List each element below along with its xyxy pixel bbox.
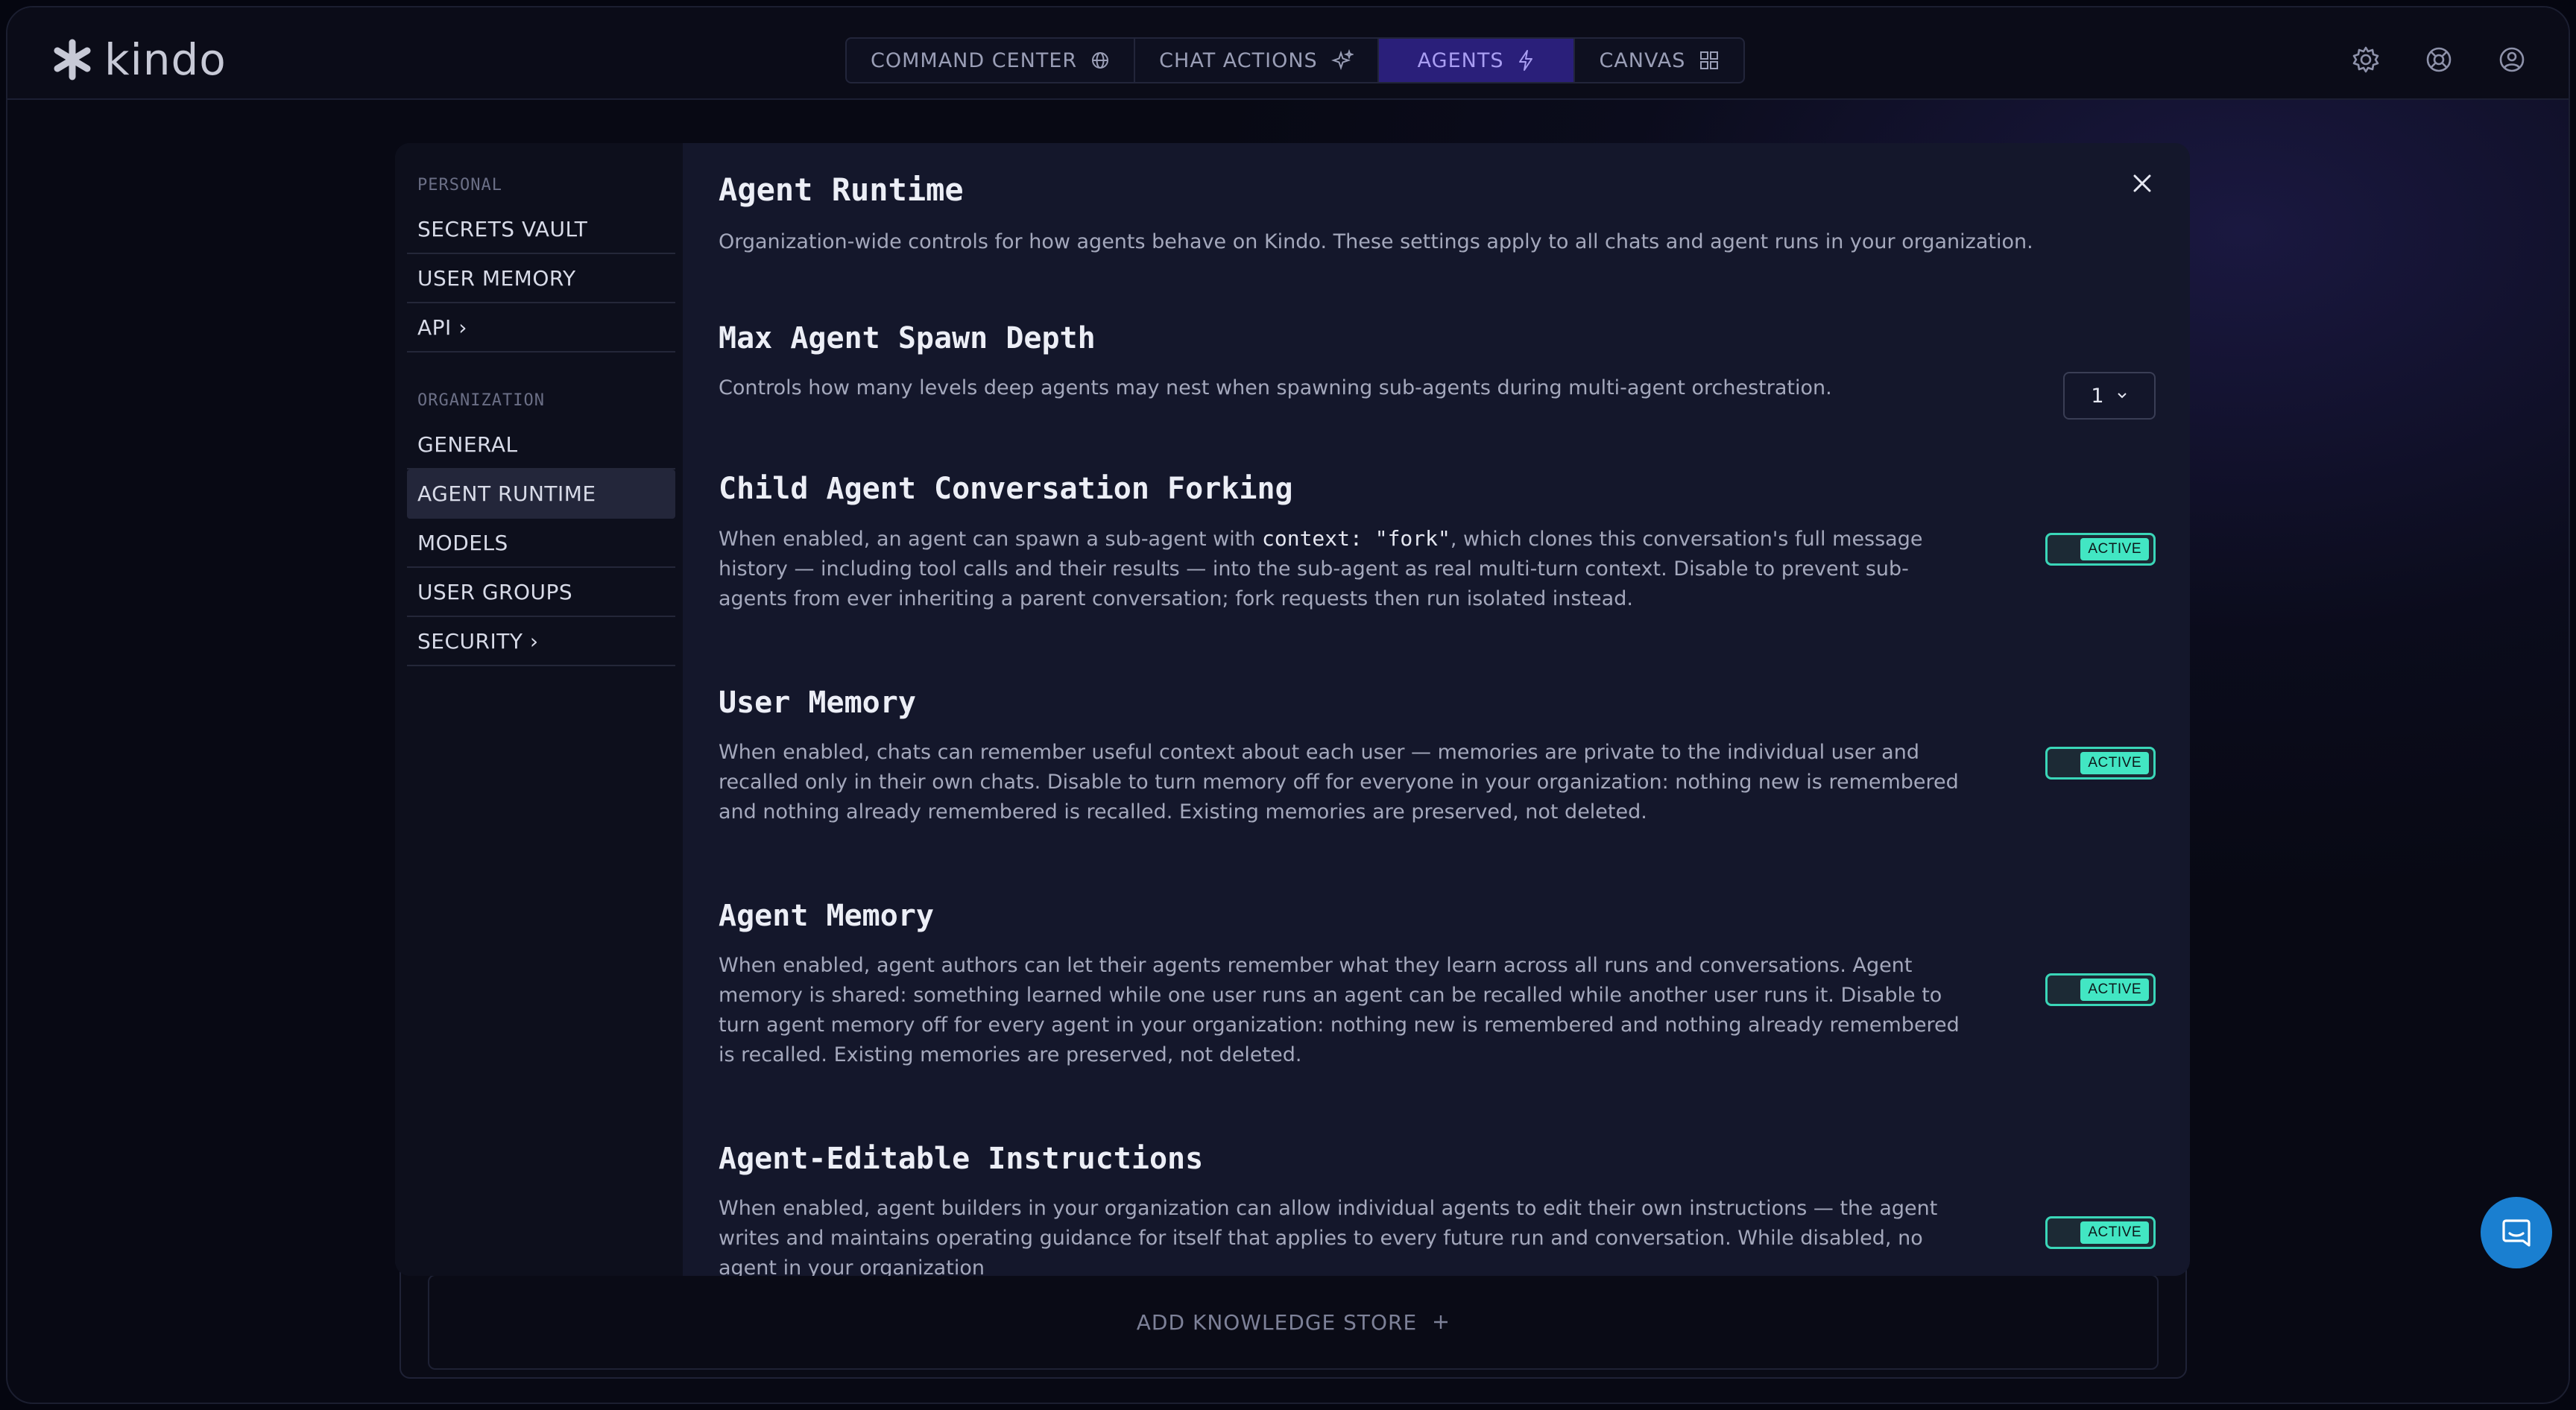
forking-toggle[interactable]: ACTIVE bbox=[2045, 533, 2156, 566]
select-value: 1 bbox=[2091, 384, 2104, 408]
logo-text: kindo bbox=[104, 34, 227, 85]
nav-canvas[interactable]: CANVAS bbox=[1575, 39, 1743, 82]
section-title-personal: PERSONAL bbox=[417, 176, 502, 195]
spawn-depth-select[interactable]: 1 bbox=[2063, 372, 2156, 420]
add-knowledge-store-label: ADD KNOWLEDGE STORE bbox=[1136, 1309, 1418, 1335]
setting-conversation-forking: Child Agent Conversation Forking When en… bbox=[719, 472, 2156, 614]
knowledge-store-panel: ADD KNOWLEDGE STORE bbox=[400, 1259, 2187, 1379]
toggle-state: ACTIVE bbox=[2080, 979, 2149, 1001]
user-icon[interactable] bbox=[2497, 45, 2527, 75]
setting-agent-editable-instructions: Agent-Editable Instructions When enabled… bbox=[719, 1142, 2156, 1276]
app-window: kindo COMMAND CENTER CHAT ACTIONS AGENTS… bbox=[6, 6, 2570, 1404]
sidebar-item-secrets-vault[interactable]: SECRETS VAULT bbox=[407, 205, 675, 254]
nav-label: COMMAND CENTER bbox=[871, 48, 1078, 72]
agent-instructions-toggle[interactable]: ACTIVE bbox=[2045, 1216, 2156, 1249]
setting-description: When enabled, chats can remember useful … bbox=[719, 741, 1959, 823]
setting-max-spawn-depth: Max Agent Spawn Depth Controls how many … bbox=[719, 321, 2156, 420]
nav-label: AGENTS bbox=[1417, 48, 1504, 72]
settings-content: Agent Runtime Organization-wide controls… bbox=[683, 143, 2190, 1276]
setting-title: Max Agent Spawn Depth bbox=[719, 321, 1096, 355]
setting-title: Agent-Editable Instructions bbox=[719, 1142, 1204, 1176]
setting-title: User Memory bbox=[719, 686, 916, 720]
sidebar-item-user-memory[interactable]: USER MEMORY bbox=[407, 254, 675, 303]
chat-support-button[interactable] bbox=[2481, 1197, 2552, 1268]
main-nav: COMMAND CENTER CHAT ACTIONS AGENTS CANVA… bbox=[845, 37, 1746, 83]
sparkle-icon bbox=[1330, 49, 1354, 71]
page-title: Agent Runtime bbox=[719, 171, 964, 208]
nav-command-center[interactable]: COMMAND CENTER bbox=[847, 39, 1136, 82]
logo[interactable]: kindo bbox=[51, 34, 227, 85]
settings-modal: PERSONAL SECRETS VAULT USER MEMORY API ›… bbox=[395, 143, 2190, 1276]
setting-description: When enabled, an agent can spawn a sub-a… bbox=[719, 526, 1923, 610]
nav-label: CANVAS bbox=[1599, 48, 1686, 72]
kindo-logo-icon bbox=[54, 39, 91, 80]
nav-chat-actions[interactable]: CHAT ACTIONS bbox=[1135, 39, 1379, 82]
help-ring-icon[interactable] bbox=[2424, 45, 2454, 75]
section-title-organization: ORGANIZATION bbox=[417, 391, 545, 410]
chevron-down-icon bbox=[2117, 393, 2127, 399]
add-knowledge-store-button[interactable]: ADD KNOWLEDGE STORE bbox=[428, 1274, 2159, 1370]
agent-memory-toggle[interactable]: ACTIVE bbox=[2045, 973, 2156, 1006]
plus-icon bbox=[1434, 1315, 1448, 1329]
sidebar-item-security[interactable]: SECURITY › bbox=[407, 617, 675, 666]
top-icons bbox=[2351, 45, 2527, 75]
sidebar-item-agent-runtime[interactable]: AGENT RUNTIME bbox=[407, 470, 675, 519]
grid-icon bbox=[1700, 51, 1719, 69]
sidebar-item-api[interactable]: API › bbox=[407, 303, 675, 352]
bolt-icon bbox=[1519, 50, 1533, 71]
setting-title: Agent Memory bbox=[719, 899, 934, 933]
globe-icon bbox=[1092, 52, 1109, 69]
top-bar: kindo COMMAND CENTER CHAT ACTIONS AGENTS… bbox=[7, 7, 2569, 100]
toggle-state: ACTIVE bbox=[2080, 538, 2149, 560]
user-memory-toggle[interactable]: ACTIVE bbox=[2045, 747, 2156, 780]
nav-agents[interactable]: AGENTS bbox=[1378, 39, 1576, 82]
setting-description: Controls how many levels deep agents may… bbox=[719, 376, 1832, 399]
sidebar-item-models[interactable]: MODELS bbox=[407, 519, 675, 568]
toggle-state: ACTIVE bbox=[2080, 752, 2149, 774]
setting-description: When enabled, agent authors can let thei… bbox=[719, 954, 1960, 1066]
settings-icon[interactable] bbox=[2351, 45, 2381, 75]
close-icon[interactable] bbox=[2129, 170, 2156, 197]
setting-description: When enabled, agent builders in your org… bbox=[719, 1197, 1938, 1276]
page-description: Organization-wide controls for how agent… bbox=[719, 230, 2033, 253]
setting-title: Child Agent Conversation Forking bbox=[719, 472, 1293, 506]
setting-user-memory: User Memory When enabled, chats can reme… bbox=[719, 686, 2156, 827]
settings-sidebar: PERSONAL SECRETS VAULT USER MEMORY API ›… bbox=[395, 143, 683, 1276]
nav-label: CHAT ACTIONS bbox=[1159, 48, 1318, 72]
chat-bubble-icon bbox=[2502, 1219, 2531, 1247]
sidebar-item-general[interactable]: GENERAL bbox=[407, 420, 675, 470]
inline-code: context: "fork" bbox=[1262, 526, 1450, 551]
toggle-state: ACTIVE bbox=[2080, 1221, 2149, 1244]
sidebar-item-user-groups[interactable]: USER GROUPS bbox=[407, 568, 675, 617]
setting-agent-memory: Agent Memory When enabled, agent authors… bbox=[719, 899, 2156, 1070]
